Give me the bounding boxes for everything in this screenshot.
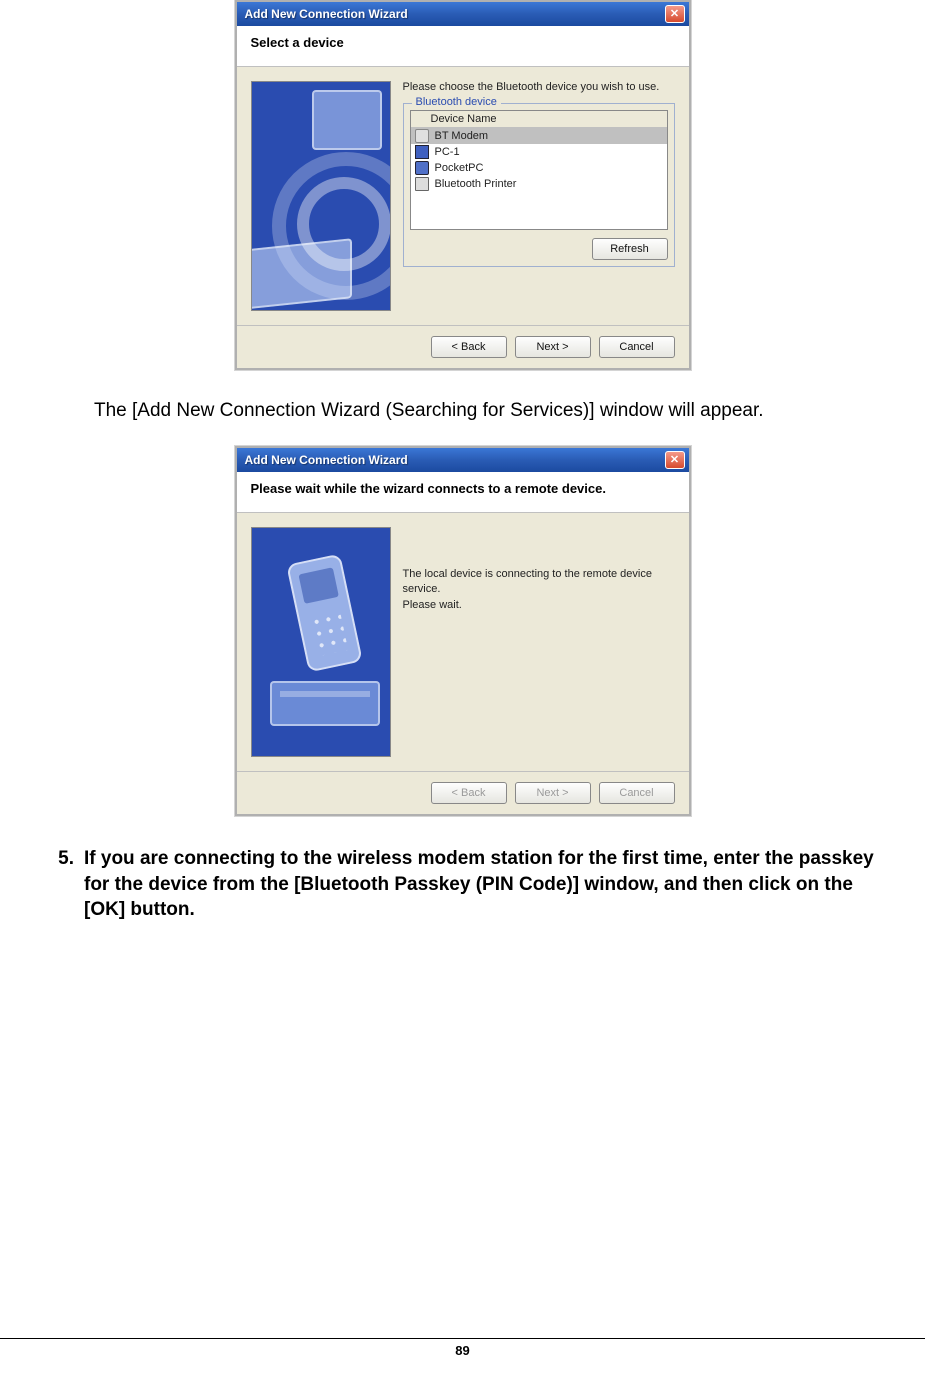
page-number: 89 <box>455 1343 469 1358</box>
back-button: < Back <box>431 782 507 804</box>
caption-text: The [Add New Connection Wizard (Searchin… <box>94 400 895 422</box>
list-item[interactable]: Bluetooth Printer <box>411 176 667 192</box>
window-title: Add New Connection Wizard <box>245 453 408 467</box>
cancel-button: Cancel <box>599 782 675 804</box>
wizard-side-image <box>251 527 391 757</box>
step-number: 5. <box>50 846 74 923</box>
next-button[interactable]: Next > <box>515 336 591 358</box>
next-button: Next > <box>515 782 591 804</box>
titlebar: Add New Connection Wizard ✕ <box>237 448 689 472</box>
wizard-connecting: Add New Connection Wizard ✕ Please wait … <box>235 446 691 816</box>
close-icon[interactable]: ✕ <box>665 5 685 23</box>
step-text: If you are connecting to the wireless mo… <box>84 846 875 923</box>
refresh-button[interactable]: Refresh <box>592 238 668 260</box>
modem-icon <box>415 129 429 143</box>
titlebar: Add New Connection Wizard ✕ <box>237 2 689 26</box>
device-label: PocketPC <box>435 162 484 174</box>
back-button[interactable]: < Back <box>431 336 507 358</box>
cancel-button[interactable]: Cancel <box>599 336 675 358</box>
groupbox-label: Bluetooth device <box>412 96 501 108</box>
list-item[interactable]: PC-1 <box>411 144 667 160</box>
wizard-select-device: Add New Connection Wizard ✕ Select a dev… <box>235 0 691 370</box>
instruction-text: Please choose the Bluetooth device you w… <box>403 81 675 93</box>
page-footer: 89 <box>0 1338 925 1358</box>
pocketpc-icon <box>415 161 429 175</box>
list-item[interactable]: PocketPC <box>411 160 667 176</box>
status-text: The local device is connecting to the re… <box>403 567 675 598</box>
pc-icon <box>415 145 429 159</box>
wizard-header: Please wait while the wizard connects to… <box>237 472 689 513</box>
window-title: Add New Connection Wizard <box>245 7 408 21</box>
wizard-side-image <box>251 81 391 311</box>
status-text: Please wait. <box>403 598 675 613</box>
wizard-header-text: Please wait while the wizard connects to… <box>251 481 606 496</box>
device-list[interactable]: Device Name BT Modem PC-1 <box>410 110 668 230</box>
device-label: PC-1 <box>435 146 460 158</box>
step-instruction: 5. If you are connecting to the wireless… <box>50 846 875 923</box>
close-icon[interactable]: ✕ <box>665 451 685 469</box>
printer-icon <box>415 177 429 191</box>
bluetooth-device-group: Bluetooth device Device Name BT Modem PC… <box>403 103 675 267</box>
device-column-header[interactable]: Device Name <box>411 111 667 128</box>
device-label: Bluetooth Printer <box>435 178 517 190</box>
wizard-header: Select a device <box>237 26 689 67</box>
list-item[interactable]: BT Modem <box>411 128 667 144</box>
wizard-header-text: Select a device <box>251 35 344 50</box>
device-label: BT Modem <box>435 130 489 142</box>
